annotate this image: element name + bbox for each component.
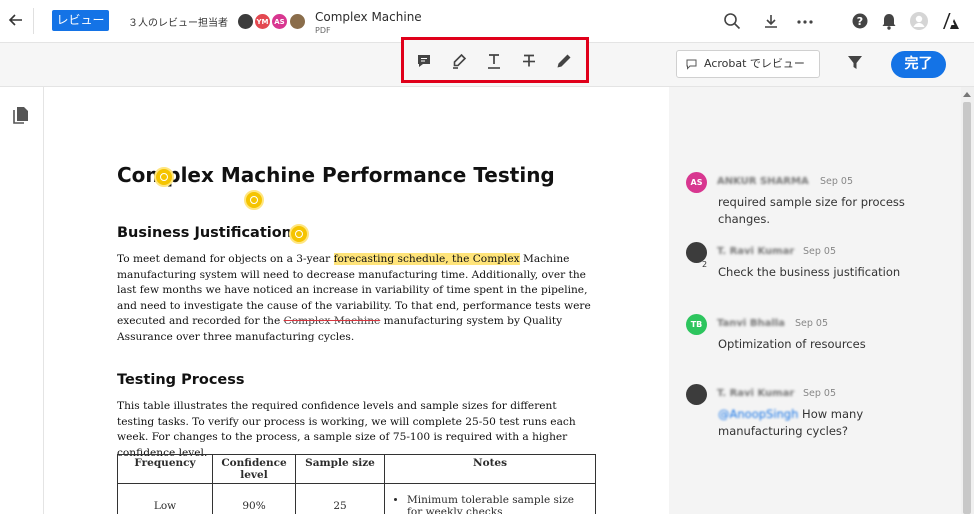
section-heading-testing: Testing Process	[117, 372, 245, 388]
more-icon[interactable]	[795, 11, 815, 31]
business-paragraph: To meet demand for objects on a 3-year f…	[117, 252, 597, 345]
comment-text: Check the business justification	[718, 265, 901, 279]
commenter-name: Tanvi Bhalla	[717, 318, 785, 329]
comment-marker-icon[interactable]	[154, 167, 174, 187]
annotation-tools-group	[401, 37, 589, 83]
notifications-bell-icon[interactable]	[879, 11, 899, 31]
strikethrough-text[interactable]: Complex Machine	[284, 315, 381, 327]
note-item: Minimum tolerable sample size for weekly…	[407, 494, 591, 514]
comment-text: Optimization of resources	[718, 337, 866, 351]
comment-item[interactable]: TB Tanvi Bhalla Sep 05 Optimization of r…	[686, 314, 946, 354]
avatar[interactable]	[237, 13, 254, 30]
left-rail	[0, 87, 44, 514]
svg-text:?: ?	[857, 15, 863, 28]
user-profile-icon[interactable]	[909, 11, 929, 31]
table-row: Low 90% 25 Minimum tolerable sample size…	[117, 483, 596, 514]
table-cell: Minimum tolerable sample size for weekly…	[384, 483, 596, 514]
section-heading-business: Business Justification	[117, 225, 293, 241]
commenter-avatar: AS	[686, 172, 707, 193]
sample-size-table: Frequency Confidence level Sample size N…	[117, 454, 596, 514]
comment-text: required sample size for process changes…	[718, 195, 905, 226]
adobe-logo-icon[interactable]	[941, 11, 961, 31]
testing-paragraph: This table illustrates the required conf…	[117, 400, 576, 459]
highlighted-text[interactable]: forecasting schedule, the Complex	[333, 253, 520, 265]
scroll-up-arrow-icon[interactable]	[962, 90, 972, 98]
scrollbar-thumb[interactable]	[963, 102, 971, 514]
table-header: Frequency	[117, 454, 213, 484]
table-cell: 25	[295, 483, 385, 514]
commenter-avatar: TB	[686, 314, 707, 335]
review-in-acrobat-label: Acrobat でレビュー	[704, 57, 805, 70]
comment-date: Sep 05	[820, 176, 854, 187]
document-heading: Complex Machine Performance Testing	[117, 163, 555, 187]
table-header-row: Frequency Confidence level Sample size N…	[117, 454, 596, 484]
table-header: Confidence level	[212, 454, 296, 484]
paragraph-text: To meet demand for objects on a 3-year	[117, 253, 334, 265]
back-arrow-icon[interactable]	[6, 10, 26, 30]
table-cell: 90%	[212, 483, 296, 514]
review-in-acrobat-button[interactable]: Acrobat でレビュー	[676, 50, 820, 78]
commenter-avatar	[686, 384, 707, 405]
highlight-icon[interactable]	[450, 52, 468, 70]
reply-count-badge: 2	[702, 260, 708, 269]
commenter-name: ANKUR SHARMA	[717, 176, 809, 187]
divider	[33, 8, 34, 34]
table-cell: Low	[117, 483, 213, 514]
avatar[interactable]	[289, 13, 306, 30]
comments-panel	[669, 87, 961, 514]
document-title: Complex Machine	[315, 10, 422, 24]
chat-bubble-icon	[686, 59, 697, 70]
commenter-name: T. Ravi Kumar	[717, 246, 795, 257]
table-header: Sample size	[295, 454, 385, 484]
underline-icon[interactable]	[485, 52, 503, 70]
comment-date: Sep 05	[795, 318, 829, 329]
filter-icon[interactable]	[846, 54, 864, 72]
done-button[interactable]: 完了	[891, 51, 946, 78]
document-page: Complex Machine Performance Testing Busi…	[44, 87, 669, 514]
document-type: PDF	[315, 26, 331, 35]
comment-date: Sep 05	[803, 388, 837, 399]
comment-marker-icon[interactable]	[289, 224, 309, 244]
strikethrough-icon[interactable]	[520, 52, 538, 70]
draw-icon[interactable]	[555, 52, 573, 70]
commenter-name: T. Ravi Kumar	[717, 388, 795, 399]
comment-item[interactable]: 2 T. Ravi Kumar Sep 05 Check the busines…	[686, 242, 946, 282]
avatar[interactable]: AS	[271, 13, 288, 30]
review-button[interactable]: レビュー	[52, 10, 109, 31]
comment-icon[interactable]	[415, 52, 433, 70]
search-icon[interactable]	[722, 11, 742, 31]
help-icon[interactable]: ?	[850, 11, 870, 31]
comment-item[interactable]: AS ANKUR SHARMA Sep 05 required sample s…	[686, 172, 946, 226]
avatar[interactable]: YM	[254, 13, 271, 30]
page-thumbnails-icon[interactable]	[12, 105, 30, 125]
mention-link[interactable]: @AnoopSingh	[718, 407, 798, 421]
table-header: Notes	[384, 454, 596, 484]
reviewers-label[interactable]: ３人のレビュー担当者	[128, 14, 228, 29]
comment-date: Sep 05	[803, 246, 837, 257]
download-icon[interactable]	[761, 11, 781, 31]
comment-marker-icon[interactable]	[244, 190, 264, 210]
comment-item[interactable]: T. Ravi Kumar Sep 05 @AnoopSingh How man…	[686, 384, 946, 444]
comment-text: @AnoopSingh How many manufacturing cycle…	[718, 406, 943, 440]
